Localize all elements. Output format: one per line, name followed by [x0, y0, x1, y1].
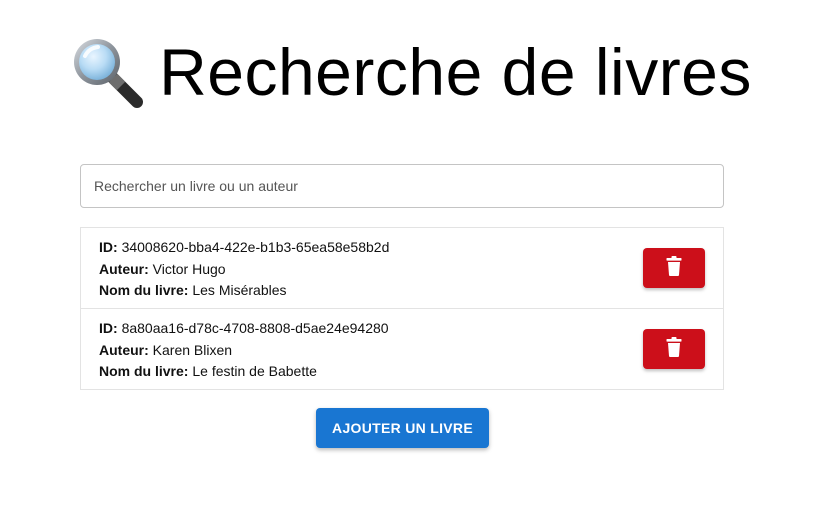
id-label: ID: [99, 239, 118, 255]
book-name-label: Nom du livre: [99, 363, 189, 379]
book-name-value: Les Misérables [192, 282, 287, 298]
book-author-line: Auteur: Victor Hugo [99, 259, 705, 281]
book-author-value: Victor Hugo [152, 260, 226, 277]
page-title: Recherche de livres [159, 35, 752, 109]
trash-icon [666, 255, 682, 281]
book-id-line: ID: 8a80aa16-d78c-4708-8808-d5ae24e94280 [99, 318, 705, 340]
list-item: ID: 34008620-bba4-422e-b1b3-65ea58e58b2d… [81, 228, 723, 309]
book-name-label: Nom du livre: [99, 282, 189, 298]
add-book-button[interactable]: AJOUTER UN LIVRE [316, 408, 489, 448]
trash-icon [666, 336, 682, 362]
search-input[interactable] [81, 165, 723, 207]
book-id-value: 8a80aa16-d78c-4708-8808-d5ae24e94280 [121, 320, 389, 336]
book-id-value: 34008620-bba4-422e-b1b3-65ea58e58b2d [121, 239, 390, 255]
book-id-line: ID: 34008620-bba4-422e-b1b3-65ea58e58b2d [99, 237, 705, 259]
page-header: Recherche de livres [0, 34, 821, 110]
delete-book-button[interactable] [643, 329, 705, 369]
book-name-value: Le festin de Babette [192, 363, 317, 379]
book-author-line: Auteur: Karen Blixen [99, 340, 705, 362]
author-label: Auteur: [99, 260, 149, 277]
author-label: Auteur: [99, 341, 149, 358]
book-list: ID: 34008620-bba4-422e-b1b3-65ea58e58b2d… [80, 227, 724, 390]
page: Recherche de livres ID: 34008620-bba4-42… [0, 0, 821, 509]
list-item: ID: 8a80aa16-d78c-4708-8808-d5ae24e94280… [81, 309, 723, 389]
id-label: ID: [99, 320, 118, 336]
delete-book-button[interactable] [643, 248, 705, 288]
search-field[interactable] [80, 164, 724, 208]
book-name-line: Nom du livre: Le festin de Babette [99, 361, 705, 383]
magnifying-glass-icon [69, 34, 145, 110]
book-author-value: Karen Blixen [152, 341, 233, 358]
book-name-line: Nom du livre: Les Misérables [99, 280, 705, 302]
